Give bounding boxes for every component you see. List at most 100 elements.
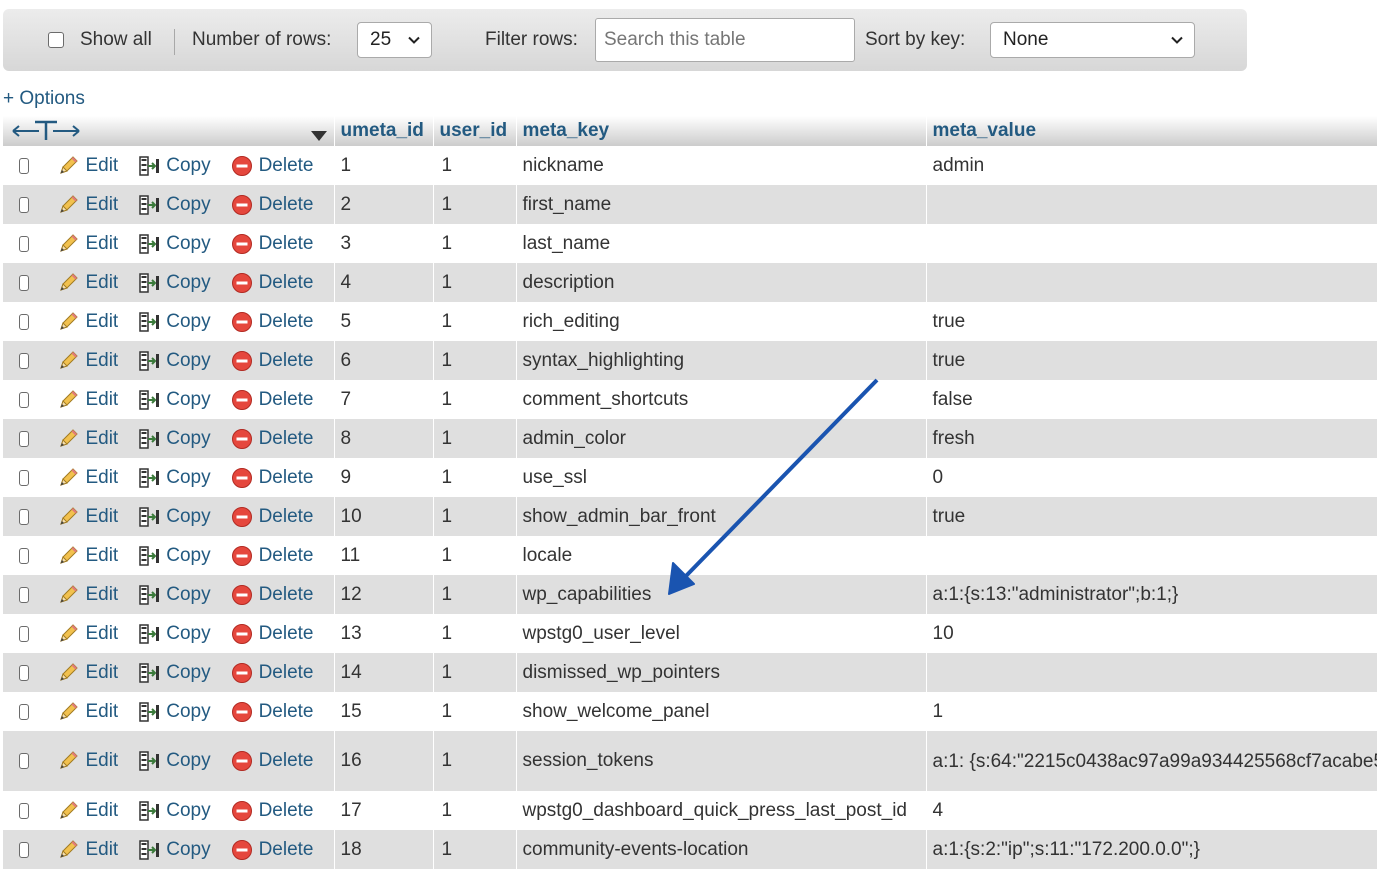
copy-button[interactable]: Copy bbox=[138, 389, 211, 411]
delete-button[interactable]: Delete bbox=[231, 506, 314, 528]
header-meta-value[interactable]: meta_value bbox=[926, 116, 1377, 146]
copy-button[interactable]: Copy bbox=[138, 662, 211, 684]
show-all-checkbox[interactable] bbox=[48, 32, 64, 48]
edit-button[interactable]: Edit bbox=[57, 155, 118, 177]
edit-label: Edit bbox=[85, 271, 119, 293]
row-checkbox[interactable] bbox=[19, 625, 30, 642]
copy-button[interactable]: Copy bbox=[138, 750, 211, 772]
delete-button[interactable]: Delete bbox=[231, 750, 314, 772]
row-checkbox[interactable] bbox=[19, 196, 30, 213]
copy-button[interactable]: Copy bbox=[138, 623, 211, 645]
delete-button[interactable]: Delete bbox=[231, 701, 314, 723]
edit-button[interactable]: Edit bbox=[57, 800, 118, 822]
cell-user-id: 1 bbox=[441, 838, 453, 860]
pencil-icon bbox=[57, 839, 79, 861]
sort-by-key-select[interactable]: None bbox=[990, 22, 1195, 58]
header-umeta-id[interactable]: umeta_id bbox=[334, 116, 434, 146]
cell-user-id: 1 bbox=[441, 466, 453, 488]
row-checkbox[interactable] bbox=[19, 157, 30, 174]
row-actions-cell: Edit Copy Delete bbox=[3, 653, 334, 692]
header-user-id[interactable]: user_id bbox=[433, 116, 517, 146]
copy-button[interactable]: Copy bbox=[138, 800, 211, 822]
delete-button[interactable]: Delete bbox=[231, 428, 314, 450]
edit-button[interactable]: Edit bbox=[57, 545, 118, 567]
number-of-rows-select[interactable]: 25 bbox=[357, 22, 432, 58]
copy-button[interactable]: Copy bbox=[138, 839, 211, 861]
copy-button[interactable]: Copy bbox=[138, 545, 211, 567]
cell-meta-value: true bbox=[932, 310, 966, 332]
copy-button[interactable]: Copy bbox=[138, 311, 211, 333]
row-checkbox[interactable] bbox=[19, 274, 30, 291]
delete-button[interactable]: Delete bbox=[231, 233, 314, 255]
show-all-control[interactable]: Show all bbox=[48, 9, 152, 71]
delete-button[interactable]: Delete bbox=[231, 311, 314, 333]
edit-button[interactable]: Edit bbox=[57, 428, 118, 450]
search-input[interactable] bbox=[595, 18, 855, 62]
copy-button[interactable]: Copy bbox=[138, 272, 211, 294]
edit-button[interactable]: Edit bbox=[57, 750, 118, 772]
delete-button[interactable]: Delete bbox=[231, 272, 314, 294]
copy-button[interactable]: Copy bbox=[138, 506, 211, 528]
pencil-icon bbox=[57, 272, 79, 294]
row-actions-cell: Edit Copy Delete bbox=[3, 791, 334, 830]
copy-button[interactable]: Copy bbox=[138, 584, 211, 606]
copy-icon bbox=[138, 428, 160, 450]
delete-button[interactable]: Delete bbox=[231, 545, 314, 567]
sort-arrow-icon[interactable] bbox=[310, 126, 328, 146]
number-of-rows-label: Number of rows: bbox=[192, 29, 332, 50]
delete-button[interactable]: Delete bbox=[231, 839, 314, 861]
edit-label: Edit bbox=[85, 583, 119, 605]
copy-button[interactable]: Copy bbox=[138, 427, 211, 450]
edit-button[interactable]: Edit bbox=[57, 272, 118, 294]
header-meta-key[interactable]: meta_key bbox=[516, 116, 927, 146]
delete-button[interactable]: Delete bbox=[231, 623, 314, 645]
edit-button[interactable]: Edit bbox=[57, 350, 118, 372]
row-checkbox[interactable] bbox=[19, 508, 30, 525]
edit-button[interactable]: Edit bbox=[57, 194, 118, 216]
delete-button[interactable]: Delete bbox=[231, 800, 314, 822]
edit-button[interactable]: Edit bbox=[57, 839, 118, 861]
edit-button[interactable]: Edit bbox=[57, 662, 118, 684]
row-checkbox[interactable] bbox=[19, 802, 30, 819]
row-checkbox[interactable] bbox=[19, 547, 30, 564]
row-checkbox[interactable] bbox=[19, 753, 30, 769]
column-resize-arrows-icon[interactable] bbox=[11, 120, 83, 146]
row-checkbox[interactable] bbox=[19, 313, 30, 330]
row-checkbox[interactable] bbox=[19, 841, 30, 858]
cell-user-id: 1 bbox=[441, 661, 453, 683]
copy-label: Copy bbox=[166, 427, 211, 449]
row-checkbox[interactable] bbox=[19, 703, 30, 720]
delete-button[interactable]: Delete bbox=[231, 155, 314, 177]
edit-button[interactable]: Edit bbox=[57, 311, 118, 333]
row-checkbox[interactable] bbox=[19, 430, 30, 447]
row-checkbox[interactable] bbox=[19, 391, 30, 408]
copy-button[interactable]: Copy bbox=[138, 155, 211, 177]
copy-button[interactable]: Copy bbox=[138, 701, 211, 723]
edit-label: Edit bbox=[85, 505, 119, 527]
delete-button[interactable]: Delete bbox=[231, 389, 314, 411]
delete-button[interactable]: Delete bbox=[231, 467, 314, 489]
edit-button[interactable]: Edit bbox=[57, 623, 118, 645]
row-checkbox[interactable] bbox=[19, 664, 30, 681]
row-checkbox[interactable] bbox=[19, 352, 30, 369]
copy-button[interactable]: Copy bbox=[138, 350, 211, 372]
copy-button[interactable]: Copy bbox=[138, 194, 211, 216]
copy-button[interactable]: Copy bbox=[138, 467, 211, 489]
copy-button[interactable]: Copy bbox=[138, 233, 211, 255]
delete-button[interactable]: Delete bbox=[231, 194, 314, 216]
edit-button[interactable]: Edit bbox=[57, 233, 118, 255]
row-checkbox[interactable] bbox=[19, 469, 30, 486]
delete-button[interactable]: Delete bbox=[231, 584, 314, 606]
row-checkbox[interactable] bbox=[19, 586, 30, 603]
delete-button[interactable]: Delete bbox=[231, 662, 314, 684]
options-link[interactable]: + Options bbox=[3, 88, 85, 110]
edit-button[interactable]: Edit bbox=[57, 506, 118, 528]
cell-meta-key: comment_shortcuts bbox=[522, 388, 689, 410]
edit-button[interactable]: Edit bbox=[57, 389, 118, 411]
edit-button[interactable]: Edit bbox=[57, 584, 118, 606]
delete-button[interactable]: Delete bbox=[231, 350, 314, 372]
row-checkbox[interactable] bbox=[19, 235, 30, 252]
cell-meta-value bbox=[926, 263, 1377, 302]
edit-button[interactable]: Edit bbox=[57, 467, 118, 489]
edit-button[interactable]: Edit bbox=[57, 701, 118, 723]
